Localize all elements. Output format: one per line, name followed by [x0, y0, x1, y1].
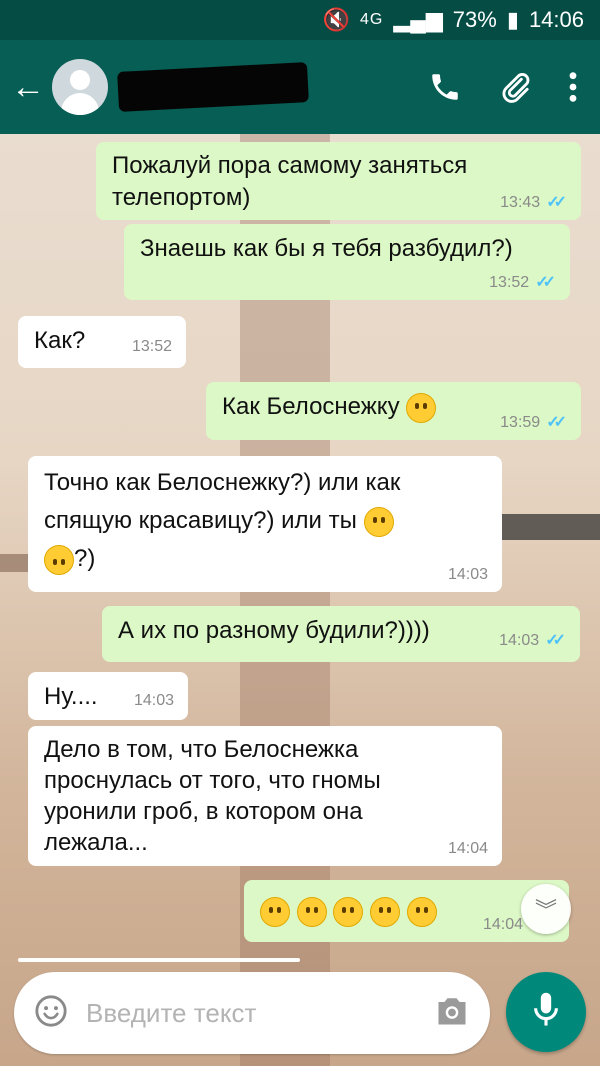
message-time: 14:03	[133, 692, 174, 709]
double-chevron-down-icon: ︾	[534, 898, 557, 923]
message-text-end: ?)	[74, 545, 96, 572]
tears-of-joy-emoji-icon	[260, 896, 290, 927]
slightly-smiling-face-emoji-icon	[363, 506, 394, 537]
battery-level: 73%	[452, 7, 497, 32]
message-outgoing[interactable]: Знаешь как бы я тебя разбудил?) 13:52 ✓✓	[124, 224, 570, 300]
read-receipt-icon: ✓✓	[545, 632, 566, 649]
message-time: 13:59	[500, 414, 541, 431]
message-meta: 14:04	[483, 916, 523, 934]
emoji-picker-icon[interactable]	[34, 994, 68, 1033]
tears-of-joy-emoji-icon	[406, 896, 437, 927]
message-meta: 14:04	[448, 840, 488, 858]
voice-message-button[interactable]	[506, 972, 586, 1052]
tears-of-joy-emoji-icon	[296, 896, 327, 927]
message-time: 14:04	[482, 916, 523, 933]
contact-avatar[interactable]	[52, 59, 108, 115]
header-actions	[428, 70, 600, 104]
message-meta: 13:43 ✓✓	[500, 194, 567, 212]
message-meta: 14:03 ✓✓	[499, 632, 566, 650]
divider-line	[18, 958, 300, 962]
read-receipt-icon: ✓✓	[546, 194, 567, 211]
message-text: Как Белоснежку	[222, 393, 400, 420]
chat-header: ←	[0, 40, 600, 134]
message-outgoing[interactable]: Как Белоснежку 13:59 ✓✓	[206, 382, 581, 440]
message-text: Пожалуй пора самому заняться телепортом)	[112, 152, 468, 211]
message-time: 13:52	[489, 274, 530, 291]
message-incoming[interactable]: Ну.... 14:03	[28, 672, 188, 720]
read-receipt-icon: ✓✓	[535, 274, 556, 291]
message-text: Дело в том, что Белоснежка проснулась от…	[44, 736, 381, 856]
tears-of-joy-emoji-icon	[333, 896, 364, 927]
camera-icon[interactable]	[434, 996, 470, 1031]
network-type: 4G	[360, 11, 384, 28]
message-meta: 13:59 ✓✓	[500, 414, 567, 432]
scroll-to-bottom-button[interactable]: ︾	[521, 884, 571, 934]
tears-of-joy-emoji-icon	[370, 896, 401, 927]
upside-down-face-emoji-icon	[44, 544, 74, 575]
message-meta: 13:52 ✓✓	[489, 274, 556, 292]
message-text: Знаешь как бы я тебя разбудил?)	[140, 235, 513, 262]
message-text-wrap: Точно как Белоснежку?) или как спящую кр…	[44, 464, 488, 578]
clock: 14:06	[528, 7, 584, 32]
message-text: Точно как Белоснежку?) или как спящую кр…	[44, 469, 401, 534]
more-options-icon[interactable]	[568, 70, 578, 104]
status-bar: 🔇 4G ▂▄▆ 73% ▮ 14:06	[0, 0, 600, 40]
message-meta: 14:03	[448, 566, 488, 584]
mute-icon: 🔇	[322, 7, 350, 32]
message-outgoing[interactable]: А их по разному будили?)))) 14:03 ✓✓	[102, 606, 580, 662]
message-incoming[interactable]: Дело в том, что Белоснежка проснулась от…	[28, 726, 502, 866]
contact-name-redacted[interactable]	[117, 62, 309, 112]
message-outgoing[interactable]: Пожалуй пора самому заняться телепортом)…	[96, 142, 581, 220]
message-meta: 14:03	[134, 692, 174, 710]
message-composer[interactable]: Введите текст	[14, 972, 490, 1054]
microphone-icon	[531, 991, 561, 1034]
message-meta: 13:52	[132, 338, 172, 356]
battery-icon: ▮	[506, 7, 519, 32]
signal-icon: ▂▄▆	[393, 7, 443, 32]
message-time: 13:43	[500, 194, 541, 211]
message-time: 14:03	[499, 632, 540, 649]
message-time: 14:03	[447, 566, 488, 583]
message-input[interactable]: Введите текст	[86, 998, 434, 1029]
message-time: 13:52	[131, 338, 172, 355]
back-arrow-icon[interactable]: ←	[4, 68, 52, 107]
attach-paperclip-icon[interactable]	[498, 70, 532, 104]
read-receipt-icon: ✓✓	[546, 414, 567, 431]
smiling-face-emoji-icon	[406, 392, 437, 423]
message-incoming[interactable]: Как? 13:52	[18, 316, 186, 368]
message-time: 14:04	[447, 840, 488, 857]
phone-icon[interactable]	[428, 70, 462, 104]
message-incoming[interactable]: Точно как Белоснежку?) или как спящую кр…	[28, 456, 502, 592]
